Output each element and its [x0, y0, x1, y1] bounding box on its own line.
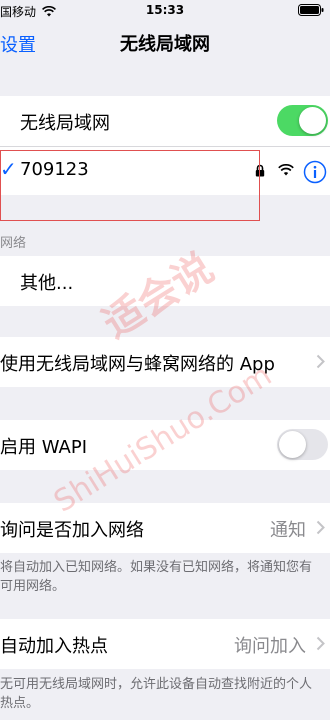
chevron-right-icon [316, 636, 325, 651]
chevron-right-icon [316, 520, 325, 535]
wifi-toggle-label: 无线局域网 [20, 113, 110, 134]
auto-hotspot-row[interactable]: 自动加入热点 询问加入 [0, 619, 330, 669]
clock: 15:33 [145, 3, 185, 17]
navigation-bar: 设置 无线局域网 [0, 22, 330, 62]
ask-join-row[interactable]: 询问是否加入网络 通知 [0, 503, 330, 553]
battery-icon [298, 4, 324, 19]
apps-using-wlan-label: 使用无线局域网与蜂窝网络的 App [0, 354, 275, 375]
toggle-knob [279, 431, 306, 458]
ask-join-value: 通知 [270, 520, 306, 541]
wapi-toggle-label: 启用 WAPI [0, 437, 88, 458]
auto-hotspot-label: 自动加入热点 [0, 636, 108, 657]
wifi-toggle-switch[interactable] [277, 105, 328, 136]
section-header-networks: 网络 [0, 236, 27, 251]
toggle-knob [299, 107, 326, 134]
ask-join-label: 询问是否加入网络 [0, 520, 144, 541]
other-network-label: 其他... [20, 273, 74, 294]
wapi-toggle-switch[interactable] [277, 429, 328, 460]
wifi-icon [278, 164, 294, 176]
highlight-box [0, 150, 260, 221]
apps-using-wlan-row[interactable]: 使用无线局域网与蜂窝网络的 App [0, 337, 330, 387]
wapi-toggle-row: 启用 WAPI [0, 420, 330, 470]
status-bar: 国移动 15:33 [0, 0, 330, 22]
auto-hotspot-footer: 无可用无线局域网时，允许此设备自动查找附近的个人热点。 [0, 677, 313, 711]
chevron-right-icon [316, 354, 325, 369]
auto-hotspot-value: 询问加入 [234, 636, 306, 657]
ask-join-footer: 将自动加入已知网络。如果没有已知网络，将通知您有可用网络。 [0, 560, 313, 594]
wifi-toggle-row: 无线局域网 [0, 96, 330, 146]
other-network-row[interactable]: 其他... [0, 256, 330, 306]
info-icon[interactable] [303, 160, 327, 184]
page-title: 无线局域网 [120, 34, 210, 55]
